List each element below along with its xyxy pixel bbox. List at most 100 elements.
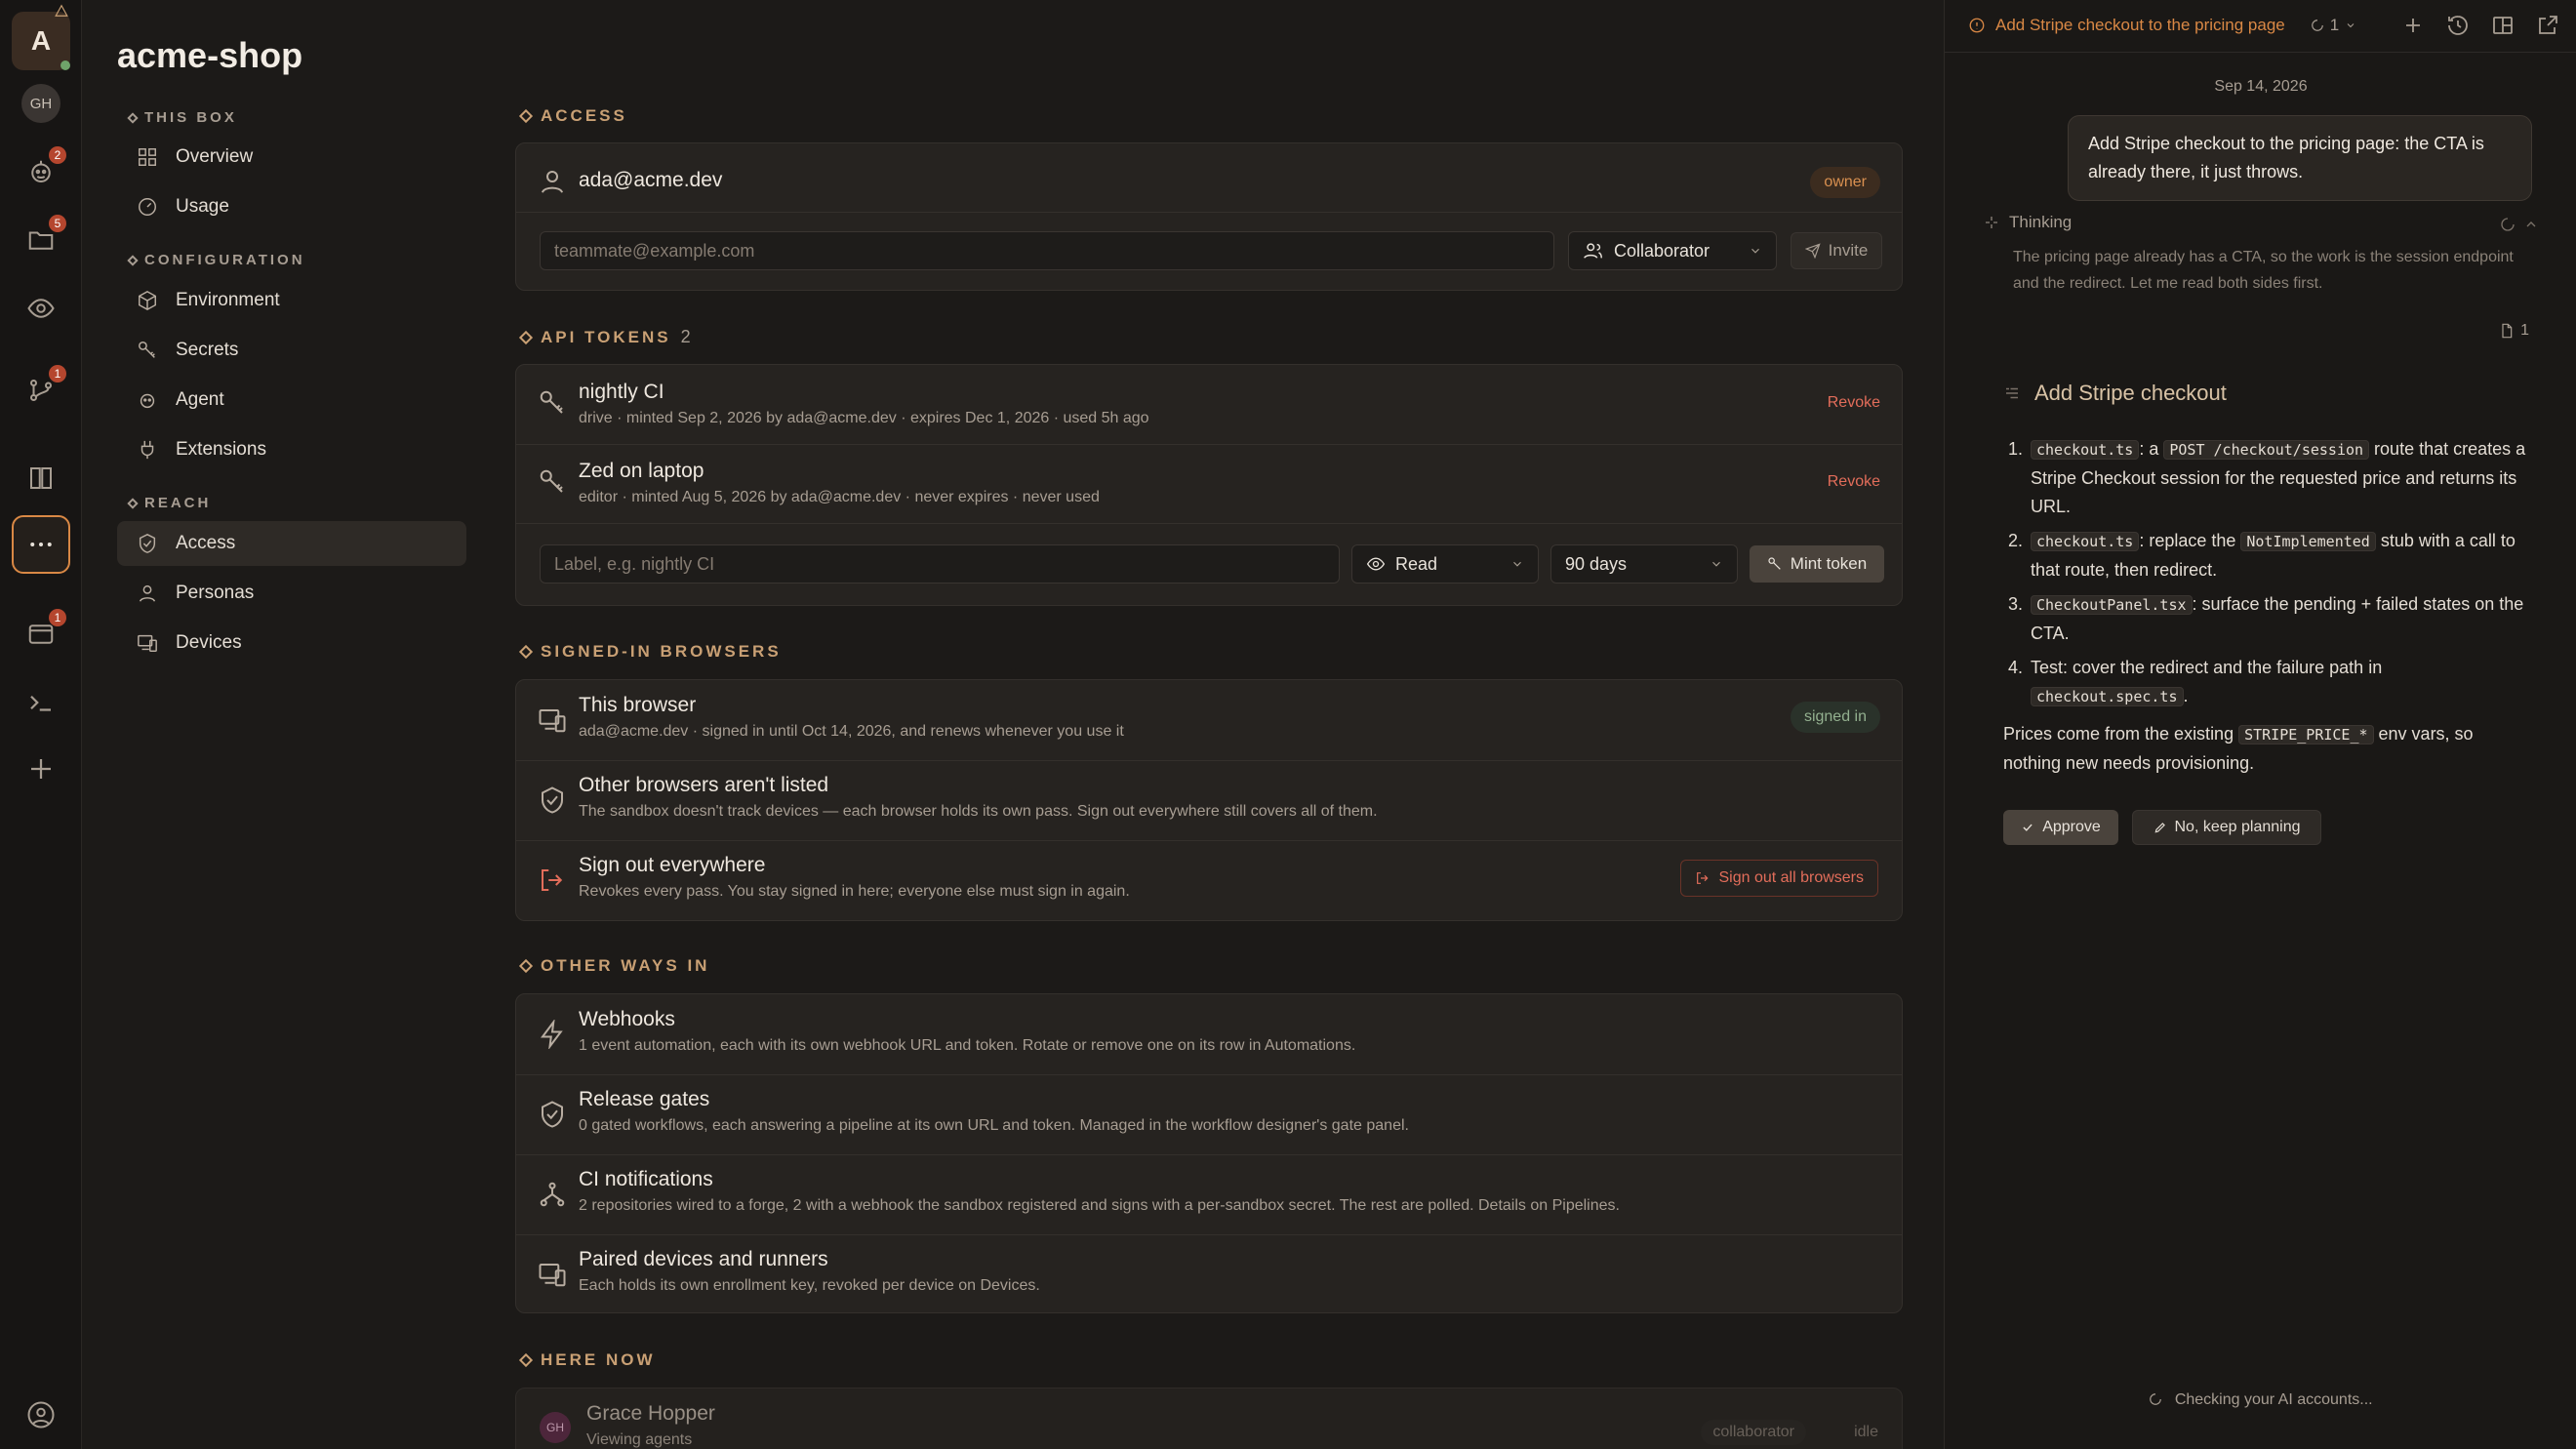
token-label-input[interactable]: Label, e.g. nightly CI [540,544,1340,584]
rail-agents[interactable]: 2 [12,142,70,201]
invite-button[interactable]: Invite [1791,232,1882,269]
forge-avatar[interactable]: GH [21,84,60,123]
diamond-icon [518,644,534,660]
eye-icon [27,299,55,318]
nav-secrets[interactable]: Secrets [117,328,466,373]
files-chip[interactable]: 1 [2499,322,2529,340]
rail-deploys[interactable]: 1 [12,605,70,664]
grid-icon [139,148,156,166]
nav-extensions[interactable]: Extensions [117,427,466,472]
token-row: nightly CI drive · minted Sep 2, 2026 by… [516,365,1902,444]
rail-account[interactable] [12,1386,70,1444]
plan-title: Add Stripe checkout [2003,381,2227,406]
plus-icon[interactable] [2401,14,2425,37]
chevron-up-icon[interactable] [2523,217,2539,232]
nav-devices-label: Devices [176,632,242,653]
mint-token-button[interactable]: Mint token [1750,545,1884,583]
robot-icon [140,393,155,409]
token-name: Zed on laptop [579,460,704,482]
box-icon [139,290,156,311]
chevron-down-icon [1513,561,1521,567]
rail-files[interactable]: 5 [12,211,70,269]
devices-icon [539,709,566,733]
other-way-row[interactable]: Release gates 0 gated workflows, each an… [516,1074,1902,1154]
key-icon [540,390,563,414]
token-scope-value: Read [1395,553,1438,574]
sign-out-title: Sign out everywhere [579,854,766,876]
nav-agent[interactable]: Agent [117,378,466,423]
presence-avatar: GH [540,1412,571,1443]
this-browser-row: This browser ada@acme.dev · signed in un… [516,680,1902,760]
access-user-email: ada@acme.dev [579,169,723,191]
eye-icon [1366,557,1386,571]
role-select[interactable]: Collaborator [1568,231,1777,270]
rail-add[interactable] [12,740,70,798]
token-name: nightly CI [579,381,664,403]
other-way-row[interactable]: Paired devices and runners Each holds it… [516,1234,1902,1314]
token-expiry-select[interactable]: 90 days [1550,544,1738,584]
nav-extensions-label: Extensions [176,439,266,460]
rail-preview[interactable] [12,279,70,338]
revoke-button[interactable]: Revoke [1828,473,1880,491]
more-icon [30,543,52,546]
external-link-icon[interactable] [2536,14,2559,37]
presence-name: Grace Hopper [586,1402,715,1425]
nav-devices[interactable]: Devices [117,621,466,665]
history-icon[interactable] [2446,14,2470,37]
other-way-row[interactable]: CI notifications 2 repositories wired to… [516,1154,1902,1234]
rail-more[interactable] [12,515,70,574]
thinking-header[interactable]: Thinking [1984,213,2072,232]
sparkle-icon [1986,217,1997,228]
nav-overview-label: Overview [176,146,254,167]
check-icon [2023,824,2033,831]
nav-overview[interactable]: Overview [117,135,466,180]
section-reach: REACH [127,495,211,511]
nav-environment-label: Environment [176,290,280,310]
revoke-button[interactable]: Revoke [1828,394,1880,412]
nav-environment[interactable]: Environment [117,278,466,323]
nav-access[interactable]: Access [117,521,466,566]
other-ways-card: Webhooks 1 event automation, each with i… [515,993,1903,1313]
sidebar: acme-shop THIS BOX Overview Usage CONFIG… [82,0,482,1449]
nav-agent-label: Agent [176,389,224,410]
shield-check-icon [542,786,563,814]
thinking-spinner-icon [2500,217,2516,232]
invite-email-input[interactable]: teammate@example.com [540,231,1554,270]
section-configuration: CONFIGURATION [127,252,305,268]
sign-out-all-button[interactable]: Sign out all browsers [1680,860,1878,897]
plan-note: Prices come from the existing STRIPE_PRI… [2003,724,2474,773]
other-way-meta: Each holds its own enrollment key, revok… [579,1277,1040,1294]
book-icon [30,467,52,489]
this-browser-title: This browser [579,694,697,716]
other-way-title: Webhooks [579,1008,675,1030]
users-icon [1584,243,1602,259]
access-section-label: ACCESS [518,106,627,126]
approve-button[interactable]: Approve [2003,810,2118,845]
token-scope-select[interactable]: Read [1351,544,1539,584]
agents-badge: 2 [49,146,66,164]
shield-check-icon [139,534,156,553]
status-line: Checking your AI accounts... [1945,1391,2576,1409]
app-rail: A GH 2 5 1 1 [0,0,82,1449]
person-icon [139,584,156,602]
keep-planning-button[interactable]: No, keep planning [2132,810,2321,845]
other-way-row[interactable]: Webhooks 1 event automation, each with i… [516,994,1902,1074]
task-counter[interactable]: 1 [2311,16,2356,35]
nav-usage[interactable]: Usage [117,184,466,229]
presence-activity: Viewing agents [586,1431,693,1448]
nav-personas[interactable]: Personas [117,571,466,616]
diamond-icon [127,254,139,266]
task-tab[interactable]: Add Stripe checkout to the pricing page … [1968,16,2356,35]
pipelines-badge: 1 [49,365,66,382]
diamond-icon [518,958,534,974]
terminal-icon [30,695,51,711]
diamond-icon [127,111,139,124]
other-way-meta: 0 gated workflows, each answering a pipe… [579,1117,1409,1134]
chevron-down-icon [1751,248,1759,254]
tokens-card: nightly CI drive · minted Sep 2, 2026 by… [515,364,1903,606]
rail-docs[interactable] [12,449,70,507]
rail-terminal[interactable] [12,673,70,732]
presence-role: collaborator [1701,1420,1806,1445]
rail-pipelines[interactable]: 1 [12,361,70,420]
layout-icon[interactable] [2491,14,2515,37]
